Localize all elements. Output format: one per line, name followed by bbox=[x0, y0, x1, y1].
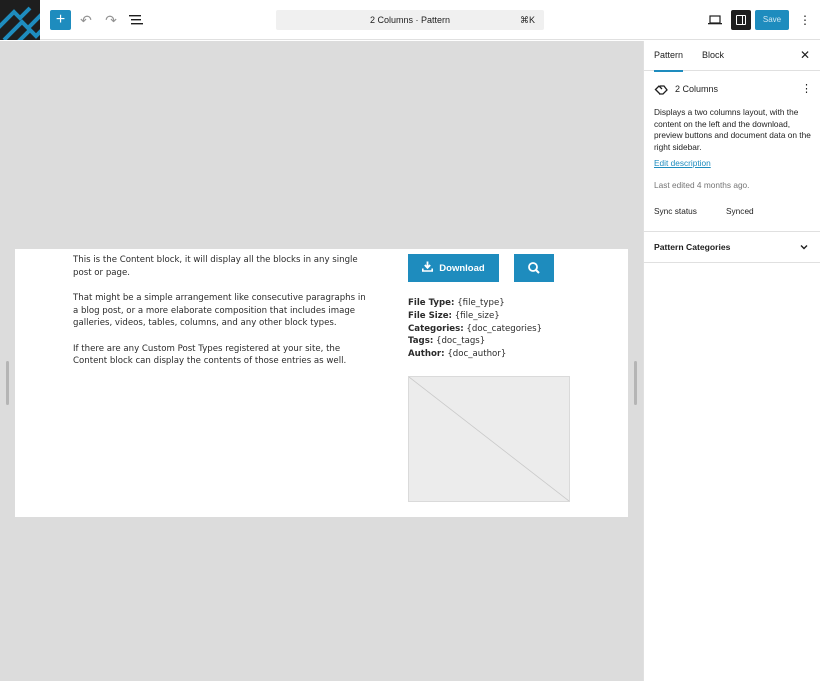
chevron-down-icon bbox=[800, 245, 808, 250]
meta-tags: Tags: {doc_tags} bbox=[408, 336, 486, 347]
image-placeholder[interactable] bbox=[408, 376, 570, 502]
download-button[interactable]: Download bbox=[408, 254, 499, 282]
resize-handle-left[interactable] bbox=[6, 361, 9, 405]
command-shortcut: ⌘K bbox=[519, 15, 535, 25]
command-palette-bar[interactable]: 2 Columns · Pattern ⌘K bbox=[276, 10, 544, 30]
meta-file-type: File Type: {file_type} bbox=[408, 298, 505, 308]
pattern-header: 2 Columns ⋮ bbox=[654, 82, 814, 98]
last-edited-text: Last edited 4 months ago. bbox=[654, 180, 750, 190]
meta-categories: Categories: {doc_categories} bbox=[408, 323, 543, 334]
editor-canvas: This is the Content block, it will displ… bbox=[0, 41, 643, 681]
meta-author: Author: {doc_author} bbox=[408, 349, 507, 360]
resize-handle-right[interactable] bbox=[634, 361, 637, 405]
editor-header: + ↶ ↷ 2 Columns · Pattern ⌘K Save ⋮ bbox=[0, 0, 820, 40]
settings-sidebar: Pattern Block ✕ 2 Columns ⋮ Displays a t… bbox=[643, 41, 820, 681]
document-overview-icon[interactable] bbox=[126, 10, 146, 30]
close-icon[interactable]: ✕ bbox=[799, 49, 811, 61]
settings-panel-toggle-icon[interactable] bbox=[731, 10, 751, 30]
tab-block[interactable]: Block bbox=[702, 41, 724, 71]
meta-file-size: File Size: {file_size} bbox=[408, 310, 500, 321]
pattern-categories-title: Pattern Categories bbox=[654, 242, 731, 252]
content-paragraph: That might be a simple arrangement like … bbox=[73, 293, 366, 328]
edit-description-link[interactable]: Edit description bbox=[654, 158, 711, 168]
pattern-icon bbox=[654, 85, 668, 95]
document-title: 2 Columns · Pattern bbox=[369, 15, 451, 25]
download-label: Download bbox=[439, 263, 485, 274]
content-paragraph: If there are any Custom Post Types regis… bbox=[73, 343, 347, 367]
sidebar-tabs: Pattern Block ✕ bbox=[644, 41, 820, 72]
preview-search-button[interactable] bbox=[514, 254, 554, 282]
pattern-title: 2 Columns bbox=[675, 84, 719, 94]
sync-status-value: Synced bbox=[726, 206, 754, 216]
pattern-categories-panel[interactable]: Pattern Categories bbox=[644, 231, 820, 263]
undo-icon[interactable]: ↶ bbox=[76, 10, 96, 30]
save-button[interactable]: Save bbox=[755, 10, 789, 30]
pattern-options-icon[interactable]: ⋮ bbox=[801, 82, 812, 95]
document-meta: File Type: {file_type} File Size: {file_… bbox=[408, 297, 542, 361]
search-icon bbox=[528, 262, 540, 274]
laptop-view-icon[interactable] bbox=[706, 11, 724, 29]
pattern-description: Displays a two columns layout, with the … bbox=[654, 107, 811, 152]
site-logo-icon[interactable] bbox=[0, 0, 40, 40]
tab-pattern[interactable]: Pattern bbox=[654, 41, 684, 72]
pattern-preview: This is the Content block, it will displ… bbox=[15, 249, 628, 517]
add-block-button[interactable]: + bbox=[50, 10, 71, 30]
options-menu-icon[interactable]: ⋮ bbox=[798, 10, 812, 30]
sync-status-label: Sync status bbox=[654, 206, 697, 216]
download-icon bbox=[422, 254, 434, 282]
redo-icon[interactable]: ↷ bbox=[101, 10, 121, 30]
content-block[interactable]: This is the Content block, it will displ… bbox=[73, 254, 373, 381]
content-paragraph: This is the Content block, it will displ… bbox=[73, 255, 358, 278]
